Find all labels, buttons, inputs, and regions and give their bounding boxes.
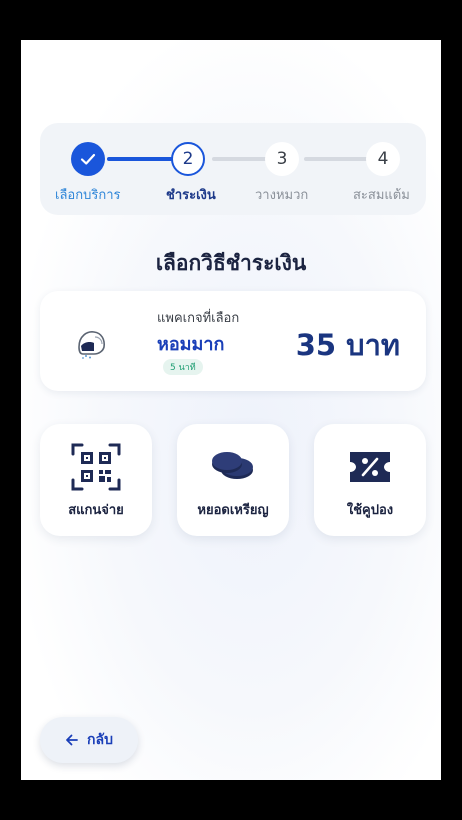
duration-badge: 5 นาที xyxy=(163,359,203,375)
step-3-label: วางหมวก xyxy=(255,188,309,203)
step-3-circle: 3 xyxy=(265,142,299,176)
page-title: เลือกวิธีชำระเงิน xyxy=(155,251,307,275)
helmet-icon xyxy=(78,331,105,359)
scan-pay-label: สแกนจ่าย xyxy=(68,503,124,518)
coupon-icon xyxy=(350,452,390,482)
step-2-label: ชำระเงิน xyxy=(166,188,216,203)
checkmark-icon xyxy=(80,153,96,165)
progress-stepper: 2 3 4 เลือกบริการ ชำระเงิน วางหมวก สะสมแ… xyxy=(40,123,426,215)
step-2-circle: 2 xyxy=(171,142,205,176)
back-button[interactable]: กลับ xyxy=(40,717,138,763)
step-1-circle xyxy=(71,142,105,176)
step-1-label: เลือกบริการ xyxy=(55,188,121,203)
package-name: หอมมาก xyxy=(157,334,225,355)
step-4-label: สะสมแต้ม xyxy=(353,188,410,203)
package-price: 35 บาท xyxy=(295,328,400,362)
use-coupon-label: ใช้คูปอง xyxy=(346,503,394,518)
scan-pay-button[interactable]: สแกนจ่าย xyxy=(40,424,152,536)
insert-coin-button[interactable]: หยอดเหรียญ xyxy=(177,424,289,536)
step-4-circle: 4 xyxy=(366,142,400,176)
insert-coin-label: หยอดเหรียญ xyxy=(197,503,269,518)
use-coupon-button[interactable]: ใช้คูปอง xyxy=(314,424,426,536)
package-caption: แพคเกจที่เลือก xyxy=(157,311,240,326)
arrow-left-icon xyxy=(66,734,78,746)
qr-code-icon xyxy=(71,443,121,491)
back-button-label: กลับ xyxy=(87,732,113,748)
selected-package-card: แพคเกจที่เลือก หอมมาก 5 นาที 35 บาท xyxy=(40,291,426,391)
coins-icon xyxy=(212,452,253,479)
payment-screen: 2 3 4 เลือกบริการ ชำระเงิน วางหมวก สะสมแ… xyxy=(21,40,441,780)
